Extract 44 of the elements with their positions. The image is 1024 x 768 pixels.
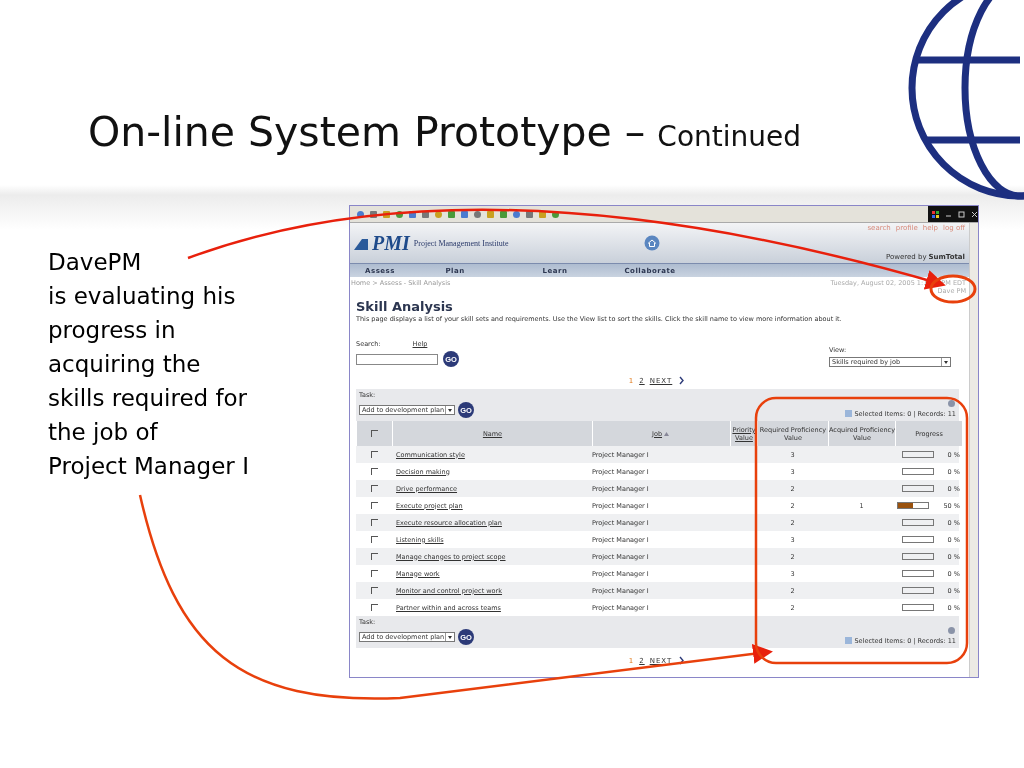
- highlight-ellipse: [929, 274, 977, 304]
- home-icon[interactable]: [644, 235, 661, 251]
- organization-name: Project Management Institute: [413, 238, 509, 248]
- chevron-icon[interactable]: [677, 376, 687, 385]
- progress-bar: [901, 553, 934, 560]
- progress-bar: [901, 451, 934, 458]
- selection-icon: [844, 636, 854, 645]
- close-icon[interactable]: [970, 209, 979, 219]
- checkbox[interactable]: [370, 553, 378, 560]
- dropdown-arrow-icon[interactable]: [445, 406, 454, 414]
- checkbox[interactable]: [370, 519, 378, 526]
- checkbox[interactable]: [370, 604, 378, 611]
- windows-logo-icon: [931, 209, 940, 219]
- checkbox[interactable]: [370, 536, 378, 543]
- checkbox[interactable]: [370, 502, 378, 509]
- page-title: Skill Analysis: [356, 299, 454, 314]
- chevron-icon[interactable]: [677, 656, 687, 665]
- checkbox[interactable]: [370, 587, 378, 594]
- restore-icon[interactable]: [957, 209, 966, 219]
- progress-bar: [901, 485, 934, 492]
- export-icon[interactable]: [947, 626, 956, 635]
- progress-bar: [901, 468, 934, 475]
- checkbox[interactable]: [371, 430, 378, 437]
- progress-bar: [901, 604, 934, 611]
- slide-subtitle: Continued: [657, 120, 801, 153]
- dropdown-arrow-icon[interactable]: [445, 633, 454, 641]
- dropdown-arrow-icon[interactable]: [941, 358, 950, 366]
- annotation-text: DavePM is evaluating his progress in acquiring the skills required for the job of Project Manager I: [47, 248, 250, 481]
- sort-icon[interactable]: [662, 429, 671, 438]
- slide-title: On-line System Prototype –: [88, 108, 646, 156]
- checkbox[interactable]: [370, 570, 378, 577]
- progress-bar: [901, 570, 934, 577]
- site-logo: PMI: [372, 231, 410, 255]
- logo-icon: [354, 236, 368, 250]
- selection-icon: [844, 409, 854, 418]
- export-icon[interactable]: [947, 399, 956, 408]
- checkbox[interactable]: [370, 468, 378, 475]
- scrollbar[interactable]: [969, 223, 978, 677]
- search-field[interactable]: [356, 353, 438, 365]
- progress-bar: [901, 519, 934, 526]
- checkbox[interactable]: [370, 451, 378, 458]
- checkbox[interactable]: [370, 485, 378, 492]
- progress-bar: [901, 536, 934, 543]
- progress-bar: [901, 587, 934, 594]
